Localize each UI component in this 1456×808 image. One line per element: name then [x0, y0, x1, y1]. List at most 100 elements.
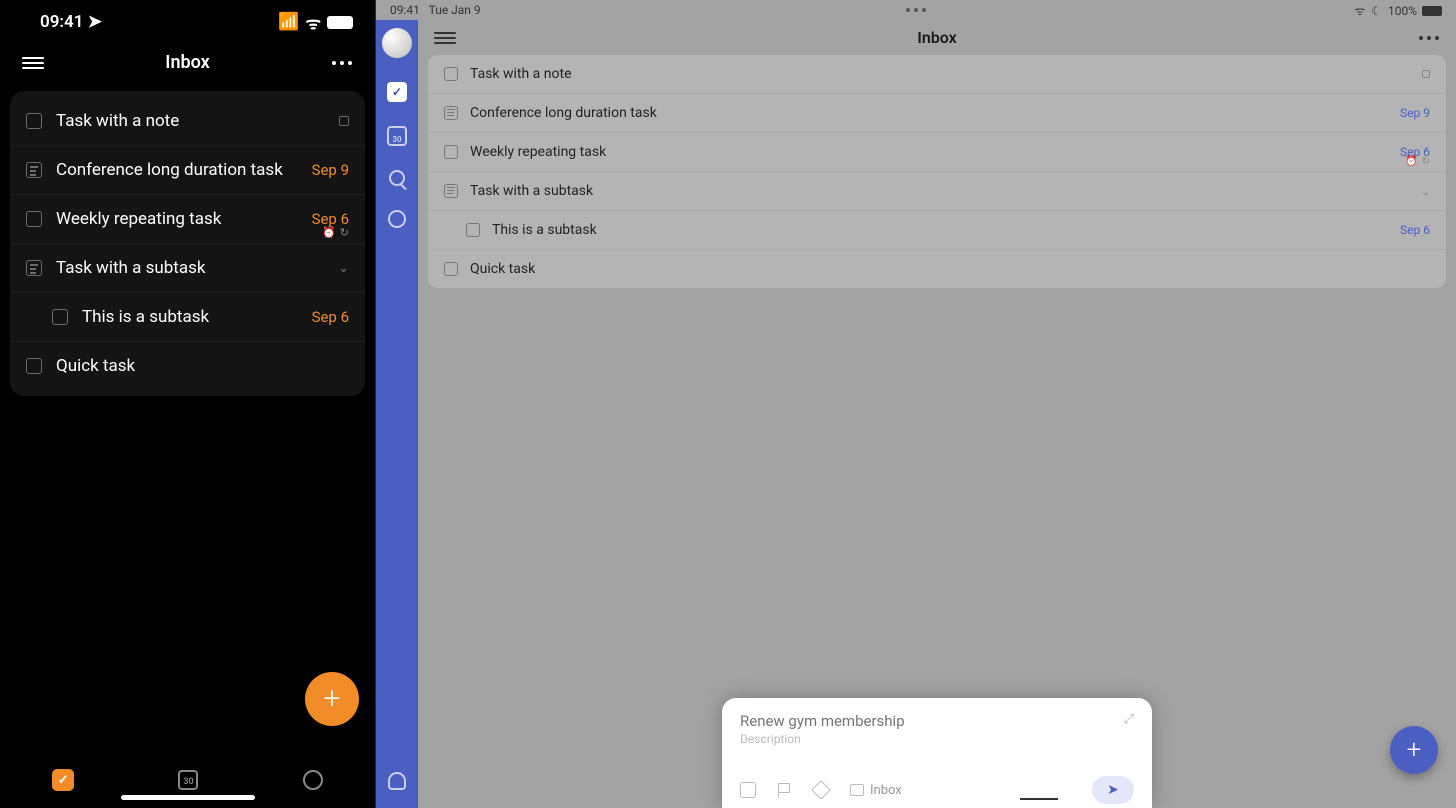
tablet-toolbar: Inbox: [418, 20, 1456, 55]
task-title: Conference long duration task: [470, 105, 1400, 121]
repeat-icon: ↻: [1422, 156, 1430, 167]
checkbox-icon[interactable]: [444, 145, 458, 159]
priority-icon[interactable]: [778, 783, 792, 797]
phone-toolbar: Inbox: [0, 42, 375, 83]
add-task-button[interactable]: +: [1390, 726, 1438, 774]
task-meta: ⏰ ↻: [322, 226, 349, 239]
sidebar-calendar-icon[interactable]: 30: [387, 126, 407, 146]
status-time: 09:41: [40, 12, 83, 32]
quick-add-input[interactable]: [740, 712, 1124, 730]
send-icon: ➤: [1107, 782, 1119, 798]
status-date: Tue Jan 9: [429, 3, 481, 17]
tab-settings[interactable]: [303, 770, 323, 790]
task-row[interactable]: This is a subtask Sep 6: [428, 211, 1446, 250]
task-title: Quick task: [56, 356, 349, 376]
checkbox-icon[interactable]: [26, 358, 42, 374]
status-left: 09:41 ➤: [40, 12, 102, 32]
task-row[interactable]: Task with a note: [428, 55, 1446, 94]
cellular-icon: 📶: [278, 12, 299, 32]
task-date: Sep 9: [1400, 106, 1430, 120]
home-indicator[interactable]: [121, 795, 255, 800]
task-row[interactable]: Quick task: [428, 250, 1446, 288]
location-icon: ➤: [88, 12, 102, 32]
status-right: ᯤ ☾ 100%: [1354, 2, 1442, 19]
tablet-body: ✓ 30 Inbox Task with a note Confer: [376, 20, 1456, 808]
repeat-icon: ↻: [340, 226, 349, 239]
description-icon[interactable]: [26, 162, 42, 178]
phone-title: Inbox: [165, 52, 209, 73]
task-row[interactable]: Weekly repeating task Sep 6 ⏰ ↻: [428, 133, 1446, 172]
calendar-day: 30: [183, 777, 193, 788]
checkbox-icon[interactable]: [26, 211, 42, 227]
input-cursor-line: [1020, 798, 1058, 800]
subtask-toggle-icon[interactable]: ⌄: [338, 261, 349, 276]
dnd-icon: ☾: [1371, 4, 1382, 18]
inbox-icon: [850, 784, 864, 796]
checkbox-icon[interactable]: [52, 309, 68, 325]
sidebar-settings-icon[interactable]: [388, 210, 406, 228]
description-icon[interactable]: [26, 260, 42, 276]
task-title: This is a subtask: [492, 222, 1400, 238]
task-row[interactable]: Task with a note: [10, 97, 365, 146]
description-icon[interactable]: [444, 106, 458, 120]
description-icon[interactable]: [444, 184, 458, 198]
sidebar-notifications-icon[interactable]: [388, 772, 406, 790]
task-row[interactable]: Conference long duration task Sep 9: [428, 94, 1446, 133]
sheet-toolbar: Inbox ➤: [740, 782, 1134, 798]
sidebar-search-icon[interactable]: [389, 170, 405, 186]
subtask-toggle-icon[interactable]: ⌄: [1421, 185, 1430, 198]
plus-icon: +: [1407, 737, 1422, 763]
menu-icon[interactable]: [22, 57, 44, 69]
quick-add-description[interactable]: Description: [740, 732, 1134, 746]
list-selector[interactable]: Inbox: [850, 783, 902, 798]
task-date: Sep 6: [312, 308, 349, 326]
phone-status-bar: 09:41 ➤ 📶 ᯤ: [0, 0, 375, 42]
tab-calendar[interactable]: 30: [178, 770, 198, 790]
task-row[interactable]: Conference long duration task Sep 9: [10, 146, 365, 195]
alarm-icon: ⏰: [1405, 156, 1417, 167]
phone-task-list: Task with a note Conference long duratio…: [10, 91, 365, 396]
task-title: Task with a note: [56, 111, 349, 131]
task-title: Task with a subtask: [470, 183, 1430, 199]
add-task-button[interactable]: +: [305, 672, 359, 726]
tablet-frame: 09:41 Tue Jan 9 ᯤ ☾ 100% ✓ 30 Inbox: [376, 0, 1456, 808]
task-title: Task with a note: [470, 66, 1430, 82]
checkbox-icon[interactable]: [444, 67, 458, 81]
avatar[interactable]: [382, 28, 412, 58]
calendar-day: 30: [392, 135, 401, 144]
battery-text: 100%: [1388, 4, 1417, 18]
task-title: Quick task: [470, 261, 1430, 277]
sidebar-tasks-icon[interactable]: ✓: [387, 82, 407, 102]
task-title: Weekly repeating task: [56, 209, 312, 229]
list-name: Inbox: [870, 783, 902, 798]
tab-tasks[interactable]: ✓: [52, 769, 74, 791]
sheet-head: ⤢: [740, 712, 1134, 730]
task-row[interactable]: This is a subtask Sep 6: [10, 293, 365, 342]
phone-frame: 09:41 ➤ 📶 ᯤ Inbox Task with a note Confe…: [0, 0, 376, 808]
wifi-icon: ᯤ: [1354, 4, 1365, 18]
alarm-icon: ⏰: [322, 226, 336, 239]
tablet-main: Inbox Task with a note Conference long d…: [418, 20, 1456, 808]
task-row[interactable]: Weekly repeating task Sep 6 ⏰ ↻: [10, 195, 365, 244]
battery-icon: [327, 16, 353, 29]
note-icon: [339, 116, 349, 126]
more-icon[interactable]: [1418, 36, 1440, 40]
checkbox-icon[interactable]: [444, 262, 458, 276]
date-picker-icon[interactable]: [740, 782, 756, 798]
expand-icon[interactable]: ⤢: [1124, 712, 1134, 730]
tag-icon[interactable]: [811, 780, 831, 800]
checkbox-icon[interactable]: [466, 223, 480, 237]
more-icon[interactable]: [331, 61, 353, 65]
multitask-dots-icon[interactable]: [906, 8, 926, 12]
task-row[interactable]: Task with a subtask ⌄: [10, 244, 365, 293]
status-left: 09:41 Tue Jan 9: [390, 3, 481, 17]
task-row[interactable]: Task with a subtask ⌄: [428, 172, 1446, 211]
task-row[interactable]: Quick task: [10, 342, 365, 390]
task-meta: ⏰ ↻: [1405, 156, 1430, 167]
checkbox-icon[interactable]: [26, 113, 42, 129]
send-button[interactable]: ➤: [1092, 776, 1134, 804]
task-title: Conference long duration task: [56, 160, 312, 180]
wifi-icon: ᯤ: [305, 11, 321, 34]
menu-icon[interactable]: [434, 32, 456, 44]
tablet-sidebar: ✓ 30: [376, 20, 418, 808]
